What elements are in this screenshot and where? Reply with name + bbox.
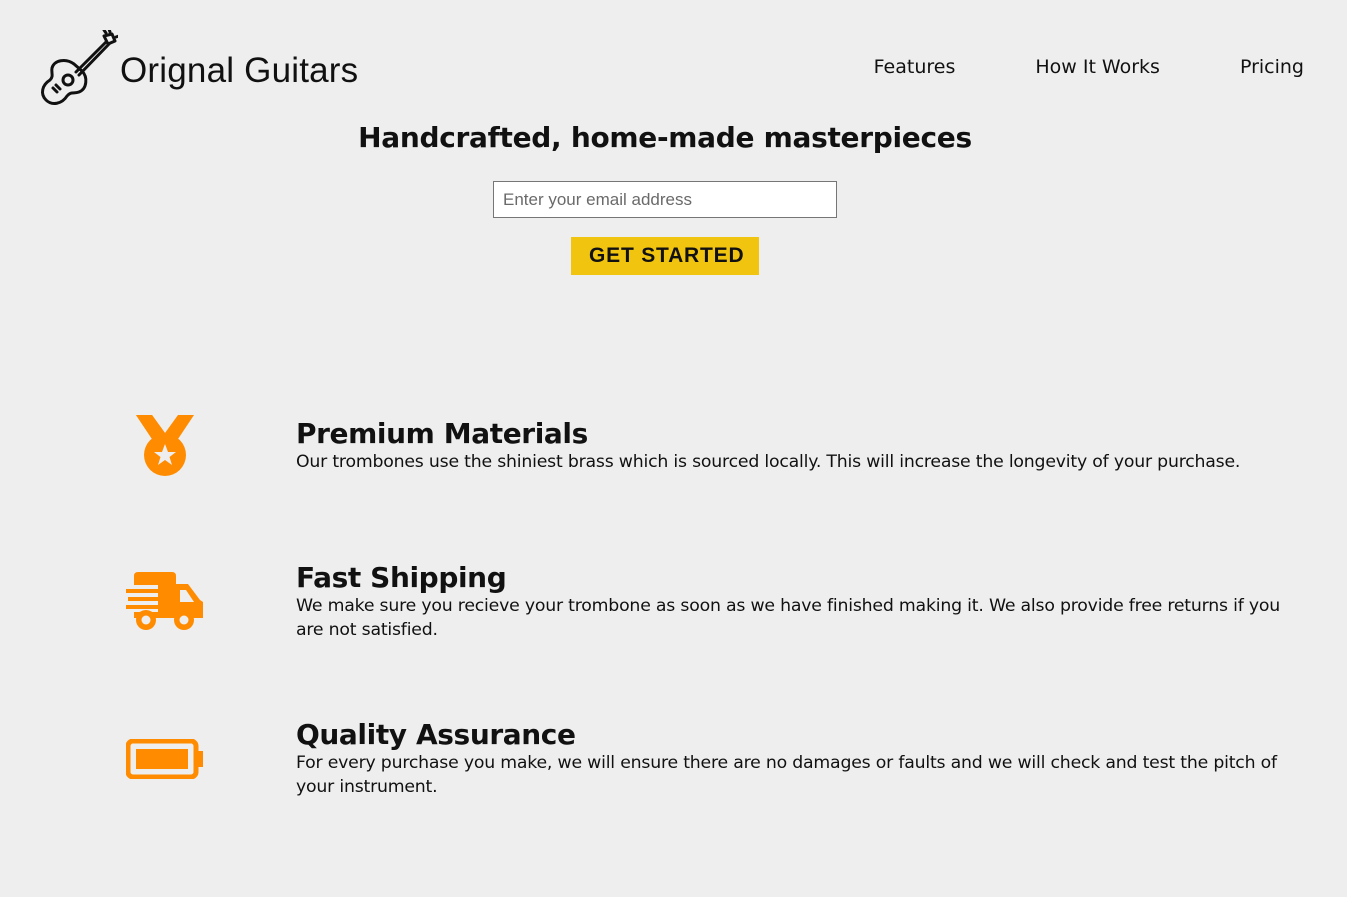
brand-logo[interactable]: Orignal Guitars	[38, 30, 358, 108]
get-started-button[interactable]: GET STARTED	[571, 237, 759, 275]
feature-title: Fast Shipping	[296, 561, 507, 594]
feature-description: We make sure you recieve your trombone a…	[296, 596, 1281, 640]
feature-description: For every purchase you make, we will ens…	[296, 753, 1277, 797]
feature-title: Quality Assurance	[296, 718, 576, 751]
medal-icon	[125, 415, 205, 477]
feature-text: Fast Shipping We make sure you recieve y…	[296, 562, 1296, 642]
feature-text: Premium Materials Our trombones use the …	[296, 418, 1296, 474]
main-nav: Features How It Works Pricing	[874, 56, 1304, 78]
nav-link-features[interactable]: Features	[874, 56, 956, 78]
brand-name: Orignal Guitars	[120, 50, 359, 90]
feature-text: Quality Assurance For every purchase you…	[296, 719, 1296, 799]
feature-description: Our trombones use the shiniest brass whi…	[296, 452, 1241, 472]
guitar-icon	[41, 30, 118, 105]
feature-title: Premium Materials	[296, 417, 588, 450]
nav-link-how-it-works[interactable]: How It Works	[1035, 56, 1160, 78]
email-input[interactable]	[493, 181, 837, 218]
battery-icon	[125, 739, 205, 779]
nav-link-pricing[interactable]: Pricing	[1240, 56, 1304, 78]
truck-icon	[125, 572, 205, 634]
hero-title: Handcrafted, home-made masterpieces	[358, 121, 972, 154]
site-header: Orignal Guitars Features How It Works Pr…	[0, 0, 1347, 120]
